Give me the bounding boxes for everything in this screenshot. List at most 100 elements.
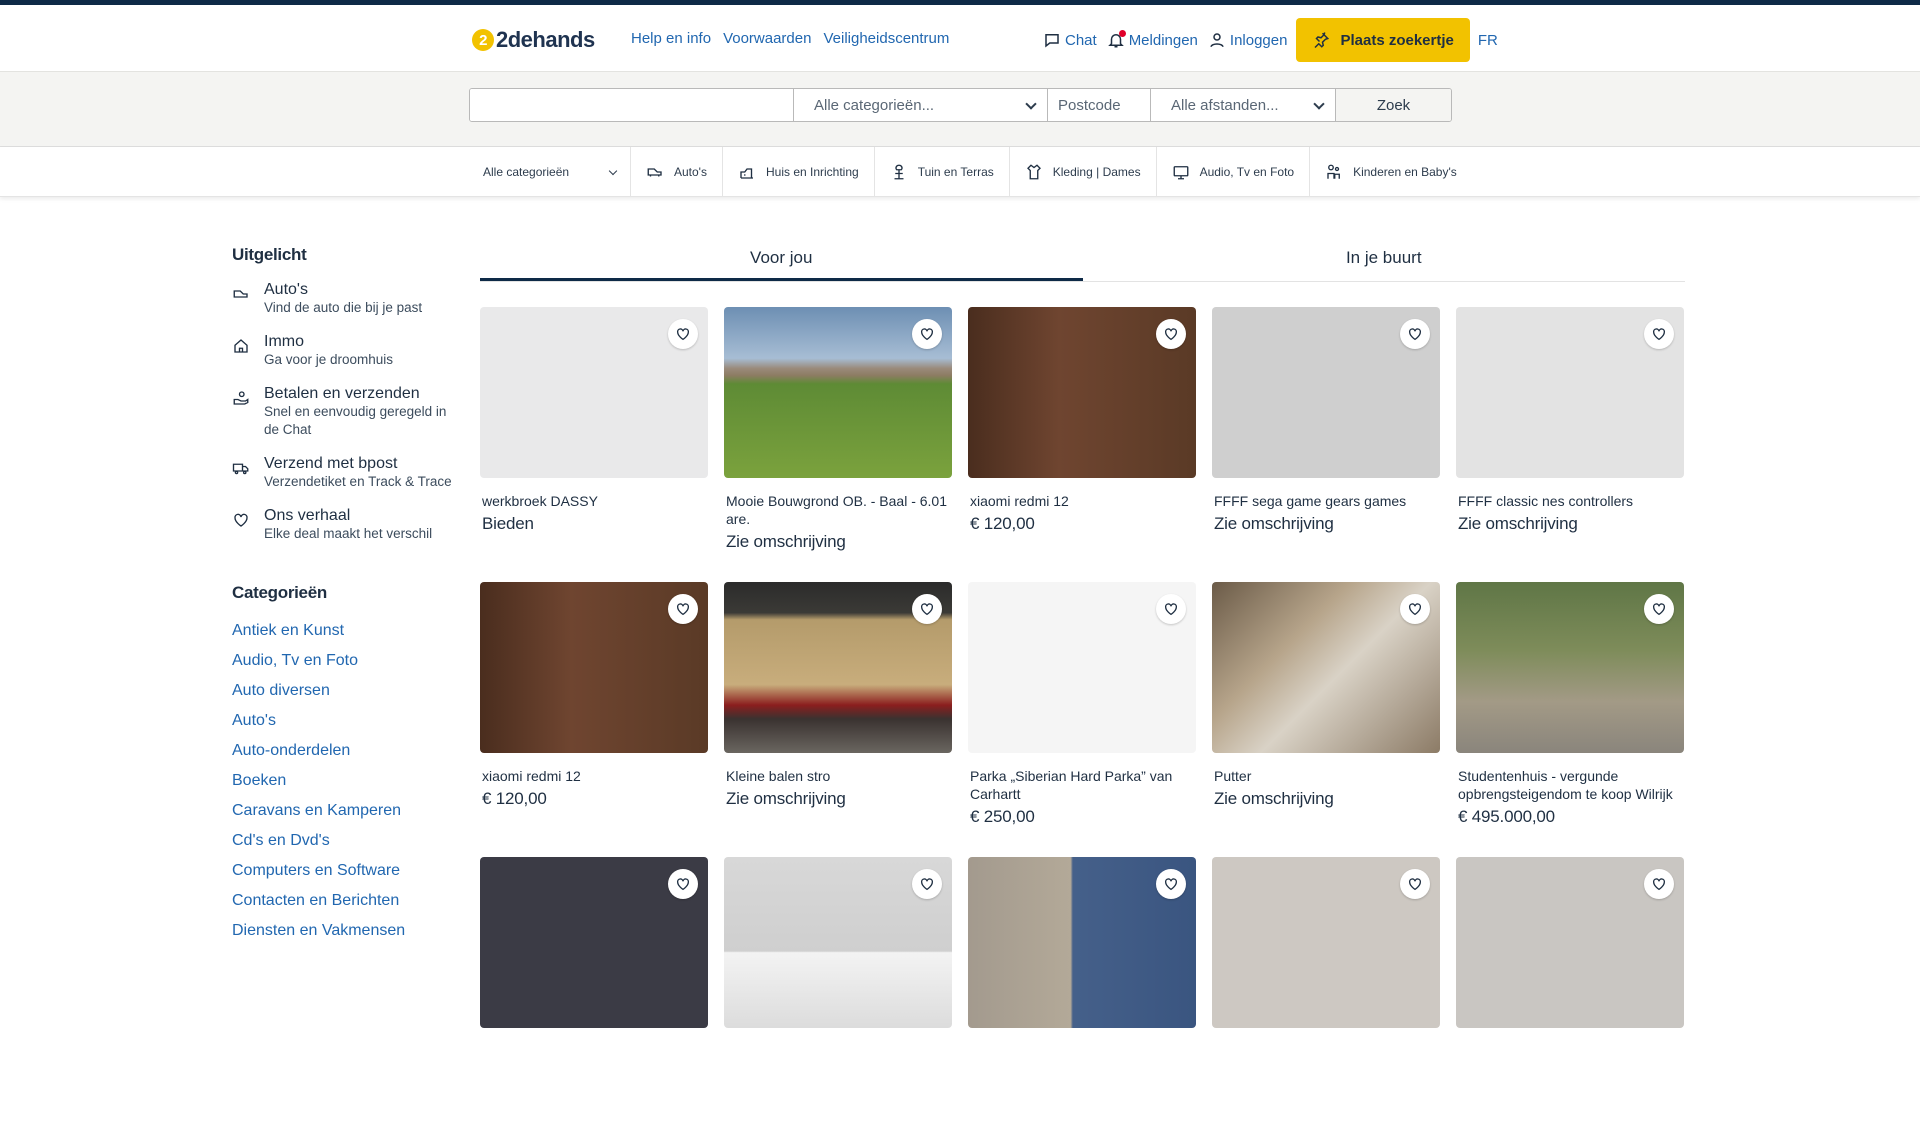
featured-item-immo[interactable]: Immo Ga voor je droomhuis — [232, 333, 452, 369]
listing-title[interactable]: xiaomi redmi 12 — [480, 767, 708, 785]
listing-card[interactable]: FFFF sega game gears games Zie omschrijvi… — [1212, 307, 1440, 582]
listing-image[interactable] — [1456, 307, 1684, 478]
category-link-tuin[interactable]: Tuin en Terras — [875, 147, 1010, 197]
heart-icon — [1165, 603, 1177, 616]
favorite-button[interactable] — [1156, 869, 1186, 899]
category-link-huis[interactable]: Huis en Inrichting — [723, 147, 875, 197]
tab-in-je-buurt[interactable]: In je buurt — [1083, 236, 1686, 281]
site-logo[interactable]: 2 2dehands — [472, 27, 595, 53]
category-link[interactable]: Cd's en Dvd's — [232, 831, 452, 861]
listing-card[interactable] — [1456, 857, 1684, 1132]
terms-link[interactable]: Voorwaarden — [723, 30, 811, 47]
chevron-down-icon — [1025, 98, 1037, 110]
category-select[interactable]: Alle categorieën... — [794, 89, 1048, 121]
place-ad-button[interactable]: Plaats zoekertje — [1296, 18, 1470, 62]
featured-item-autos[interactable]: Auto's Vind de auto die bij je past — [232, 281, 452, 317]
listing-card[interactable] — [1212, 857, 1440, 1132]
category-link[interactable]: Audio, Tv en Foto — [232, 651, 452, 681]
all-categories-dropdown[interactable]: Alle categorieën — [469, 147, 631, 197]
favorite-button[interactable] — [912, 869, 942, 899]
listing-image[interactable] — [968, 582, 1196, 753]
listing-price: Zie omschrijving — [726, 789, 846, 808]
favorite-button[interactable] — [1644, 869, 1674, 899]
favorite-button[interactable] — [1644, 594, 1674, 624]
listing-image[interactable] — [968, 857, 1196, 1028]
category-link-kleding[interactable]: Kleding | Dames — [1010, 147, 1157, 197]
listing-price: Zie omschrijving — [726, 532, 846, 551]
favorite-button[interactable] — [1644, 319, 1674, 349]
listing-image[interactable] — [480, 307, 708, 478]
listing-image[interactable] — [1212, 582, 1440, 753]
search-button[interactable]: Zoek — [1336, 89, 1451, 121]
category-link-kinderen[interactable]: Kinderen en Baby's — [1310, 147, 1472, 197]
listing-card[interactable] — [480, 857, 708, 1132]
listing-title[interactable]: FFFF sega game gears games — [1212, 492, 1440, 510]
listing-image[interactable] — [1212, 307, 1440, 478]
language-switch[interactable]: FR — [1478, 32, 1498, 49]
featured-item-verhaal[interactable]: Ons verhaal Elke deal maakt het verschil — [232, 507, 452, 543]
listing-title[interactable]: Studentenhuis - vergunde opbrengsteigend… — [1456, 767, 1684, 803]
listing-image[interactable] — [724, 857, 952, 1028]
listing-image[interactable] — [1456, 582, 1684, 753]
listing-card[interactable]: xiaomi redmi 12 € 120,00 — [968, 307, 1196, 582]
listing-card[interactable] — [724, 857, 952, 1132]
listing-image[interactable] — [480, 857, 708, 1028]
favorite-button[interactable] — [668, 594, 698, 624]
category-link[interactable]: Antiek en Kunst — [232, 621, 452, 651]
favorite-button[interactable] — [1400, 594, 1430, 624]
listing-title[interactable]: FFFF classic nes controllers — [1456, 492, 1684, 510]
listing-title[interactable]: xiaomi redmi 12 — [968, 492, 1196, 510]
distance-select[interactable]: Alle afstanden... — [1151, 89, 1336, 121]
featured-item-betalen[interactable]: Betalen en verzenden Snel en eenvoudig g… — [232, 385, 452, 439]
featured-item-bpost[interactable]: Verzend met bpost Verzendetiket en Track… — [232, 455, 452, 491]
favorite-button[interactable] — [1156, 319, 1186, 349]
listing-title[interactable]: Kleine balen stro — [724, 767, 952, 785]
category-link[interactable]: Computers en Software — [232, 861, 452, 891]
category-link-autos[interactable]: Auto's — [631, 147, 723, 197]
category-link[interactable]: Auto diversen — [232, 681, 452, 711]
favorite-button[interactable] — [1400, 869, 1430, 899]
favorite-button[interactable] — [912, 594, 942, 624]
category-link[interactable]: Diensten en Vakmensen — [232, 921, 452, 951]
favorite-button[interactable] — [1156, 594, 1186, 624]
category-link[interactable]: Boeken — [232, 771, 452, 801]
category-link[interactable]: Contacten en Berichten — [232, 891, 452, 921]
login-button[interactable]: Inloggen — [1205, 18, 1291, 62]
listing-image[interactable] — [724, 582, 952, 753]
chat-button[interactable]: Chat — [1040, 18, 1100, 62]
listing-image[interactable] — [968, 307, 1196, 478]
listing-title[interactable]: werkbroek DASSY — [480, 492, 708, 510]
notifications-button[interactable]: Meldingen — [1104, 18, 1201, 62]
help-link[interactable]: Help en info — [631, 30, 711, 47]
tab-voor-jou[interactable]: Voor jou — [480, 236, 1083, 281]
listing-card[interactable]: xiaomi redmi 12 € 120,00 — [480, 582, 708, 857]
listing-card[interactable]: Mooie Bouwgrond OB. - Baal - 6.01 are. Zi… — [724, 307, 952, 582]
listing-title[interactable]: Putter — [1212, 767, 1440, 785]
listing-image[interactable] — [724, 307, 952, 478]
listing-card[interactable]: Studentenhuis - vergunde opbrengsteigend… — [1456, 582, 1684, 857]
listing-title[interactable]: Parka „Siberian Hard Parka” van Carhartt — [968, 767, 1196, 803]
favorite-button[interactable] — [668, 869, 698, 899]
listing-image[interactable] — [1212, 857, 1440, 1028]
listing-card[interactable]: werkbroek DASSY Bieden — [480, 307, 708, 582]
listing-card[interactable]: Kleine balen stro Zie omschrijving — [724, 582, 952, 857]
favorite-button[interactable] — [912, 319, 942, 349]
favorite-button[interactable] — [668, 319, 698, 349]
chevron-down-icon — [608, 166, 618, 175]
listing-title[interactable]: Mooie Bouwgrond OB. - Baal - 6.01 are. — [724, 492, 952, 528]
postcode-input[interactable]: Postcode — [1048, 89, 1151, 121]
clothing-icon — [1026, 164, 1041, 180]
listing-image[interactable] — [480, 582, 708, 753]
category-link[interactable]: Auto's — [232, 711, 452, 741]
listing-card[interactable]: Putter Zie omschrijving — [1212, 582, 1440, 857]
safety-center-link[interactable]: Veiligheidscentrum — [823, 30, 949, 47]
favorite-button[interactable] — [1400, 319, 1430, 349]
listing-image[interactable] — [1456, 857, 1684, 1028]
category-link-audio[interactable]: Audio, Tv en Foto — [1157, 147, 1311, 197]
category-link[interactable]: Auto-onderdelen — [232, 741, 452, 771]
search-input[interactable] — [470, 89, 794, 121]
category-link[interactable]: Caravans en Kamperen — [232, 801, 452, 831]
listing-card[interactable]: FFFF classic nes controllers Zie omschrij… — [1456, 307, 1684, 582]
listing-card[interactable]: Parka „Siberian Hard Parka” van Carhartt… — [968, 582, 1196, 857]
listing-card[interactable] — [968, 857, 1196, 1132]
